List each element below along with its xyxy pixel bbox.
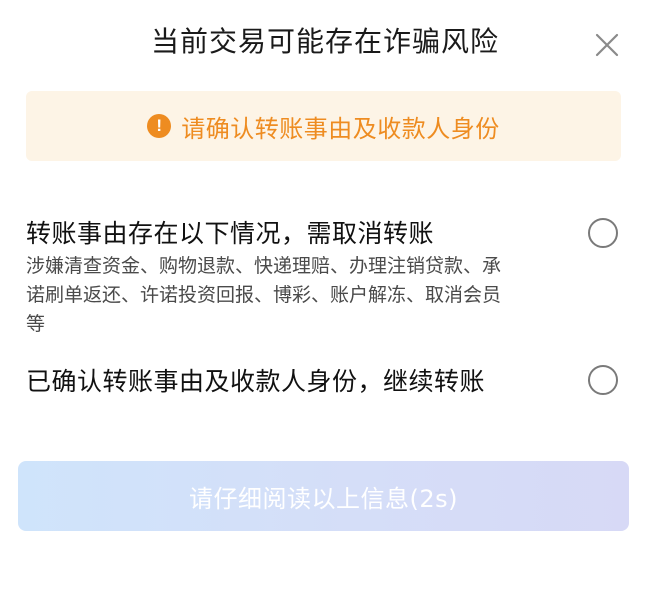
option-cancel-transfer[interactable]: 转账事由存在以下情况，需取消转账 涉嫌清查资金、购物退款、快递理赔、办理注销贷款…	[26, 214, 621, 344]
dialog-title: 当前交易可能存在诈骗风险	[150, 25, 499, 58]
warning-banner: ! 请确认转账事由及收款人身份	[26, 91, 621, 161]
close-button[interactable]	[593, 31, 621, 59]
exclamation-circle-icon: !	[147, 114, 172, 138]
button-label: 请仔细阅读以上信息(2s)	[189, 484, 458, 513]
option-title: 已确认转账事由及收款人身份，继续转账	[26, 367, 486, 396]
radio-button-continue[interactable]	[588, 365, 618, 395]
warning-text: 请确认转账事由及收款人身份	[181, 114, 500, 143]
option-description: 涉嫌清查资金、购物退款、快递理赔、办理注销贷款、承诺刷单返还、许诺投资回报、博彩…	[26, 255, 502, 335]
option-continue-transfer[interactable]: 已确认转账事由及收款人身份，继续转账	[26, 362, 621, 406]
read-info-countdown-button[interactable]: 请仔细阅读以上信息(2s)	[18, 461, 629, 531]
option-title: 转账事由存在以下情况，需取消转账	[26, 219, 435, 248]
radio-button-cancel[interactable]	[588, 218, 618, 248]
fraud-risk-dialog: 当前交易可能存在诈骗风险 ! 请确认转账事由及收款人身份 转账事由存在以下情况，…	[0, 0, 650, 593]
close-icon	[595, 33, 619, 57]
